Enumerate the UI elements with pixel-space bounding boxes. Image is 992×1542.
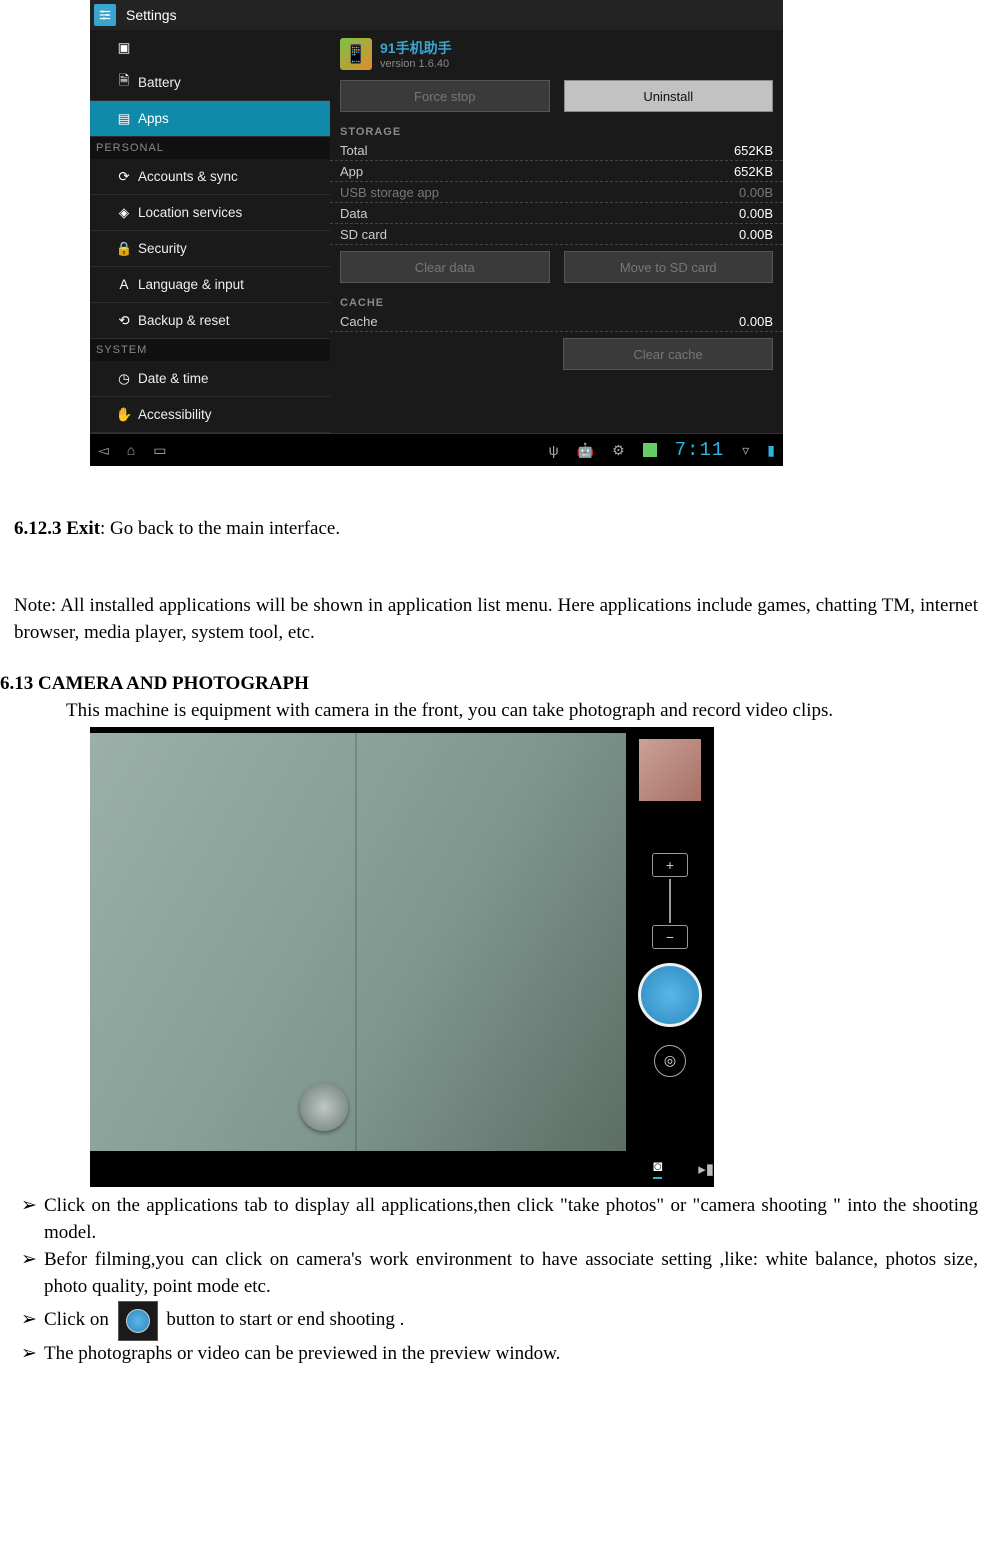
bullet-marker: ➢ (14, 1193, 44, 1220)
sidebar-item-accounts-sync[interactable]: ⟳Accounts & sync (90, 159, 330, 195)
settings-sidebar: ▣ 🗎Battery ▤Apps PERSONAL ⟳Accounts & sy… (90, 30, 330, 433)
clock: 7:11 (675, 439, 725, 461)
settings-titlebar: Settings (90, 0, 783, 30)
lock-icon: 🔒 (110, 241, 138, 257)
sidebar-item-apps[interactable]: ▤Apps (90, 101, 330, 137)
storage-app-row: App652KB (330, 161, 783, 182)
clock-icon: ◷ (110, 371, 138, 387)
sidebar-item-date-time[interactable]: ◷Date & time (90, 361, 330, 397)
video-mode-button[interactable]: ▸▮ (698, 1160, 714, 1178)
bullet-marker: ➢ (14, 1247, 44, 1274)
sidebar-item-label: Language & input (138, 277, 244, 292)
force-stop-button[interactable]: Force stop (340, 80, 550, 112)
bullet-3: ➢ Click on button to start or end shooti… (14, 1301, 978, 1341)
system-navbar: ◅ ⌂ ▭ ψ 🤖 ⚙ 7:11 ▿ ▮ (90, 433, 783, 466)
cache-row: Cache0.00B (330, 311, 783, 332)
storage-total-row: Total652KB (330, 140, 783, 161)
reset-icon: ⟲ (110, 313, 138, 329)
app-name: 91手机助手 (380, 38, 452, 58)
android-indicator-icon: 🤖 (577, 442, 594, 459)
camera-settings-button[interactable]: ◎ (654, 1045, 686, 1077)
cache-section-title: CACHE (330, 293, 783, 311)
section-6-13-intro: This machine is equipment with camera in… (14, 698, 978, 725)
zoom-track[interactable] (669, 879, 671, 923)
app-detail-pane: 📱 91手机助手 version 1.6.40 Force stop Unins… (330, 30, 783, 433)
tray-green-icon (643, 443, 657, 457)
storage-icon: ▣ (110, 40, 138, 56)
settings-icon (94, 4, 116, 26)
sidebar-item-storage[interactable]: ▣ (90, 30, 330, 65)
sidebar-item-label: Apps (138, 111, 169, 126)
bullet-marker: ➢ (14, 1307, 44, 1334)
scene-object (300, 1083, 348, 1131)
section-6-12-3-body: : Go back to the main interface. (100, 518, 340, 539)
bullet-1: ➢ Click on the applications tab to displ… (14, 1193, 978, 1247)
nav-recent-icon[interactable]: ▭ (153, 442, 166, 459)
section-6-12-3-head: 6.12.3 Exit (14, 518, 100, 539)
wifi-icon: ▿ (742, 442, 749, 459)
sidebar-item-label: Battery (138, 75, 181, 90)
inline-shutter-icon (118, 1301, 158, 1341)
clear-data-button[interactable]: Clear data (340, 251, 550, 283)
sidebar-item-label: Date & time (138, 371, 209, 386)
section-6-13-head: 6.13 CAMERA AND PHOTOGRAPH (0, 671, 978, 698)
bullet-text: Befor filming,you can click on camera's … (44, 1247, 978, 1301)
sidebar-item-label: Backup & reset (138, 313, 230, 328)
zoom-in-button[interactable]: + (652, 853, 688, 877)
shutter-button[interactable] (638, 963, 702, 1027)
sidebar-item-label: Accounts & sync (138, 169, 238, 184)
sidebar-item-security[interactable]: 🔒Security (90, 231, 330, 267)
storage-section-title: STORAGE (330, 122, 783, 140)
sidebar-item-label: Location services (138, 205, 242, 220)
app-version: version 1.6.40 (380, 58, 452, 70)
bullet-text: The photographs or video can be previewe… (44, 1341, 978, 1368)
zoom-control[interactable]: + − (652, 851, 688, 951)
sidebar-cat-system: SYSTEM (90, 339, 330, 361)
preview-thumbnail[interactable] (639, 739, 701, 801)
apps-icon: ▤ (110, 111, 138, 127)
sidebar-item-label: Security (138, 241, 187, 256)
camera-mode-bar: ◙ ▸▮ (90, 1151, 714, 1187)
storage-usb-row: USB storage app0.00B (330, 182, 783, 203)
sidebar-item-language[interactable]: ALanguage & input (90, 267, 330, 303)
uninstall-button[interactable]: Uninstall (564, 80, 774, 112)
settings-screenshot: Settings ▣ 🗎Battery ▤Apps PERSONAL ⟳Acco… (90, 0, 783, 466)
location-icon: ◈ (110, 205, 138, 221)
bullet-2: ➢ Befor filming,you can click on camera'… (14, 1247, 978, 1301)
section-6-12-3: 6.12.3 Exit: Go back to the main interfa… (14, 516, 978, 543)
camera-screenshot: + − ◎ ◙ ▸▮ (90, 727, 714, 1187)
clear-cache-button[interactable]: Clear cache (563, 338, 773, 370)
battery-icon: 🗎 (110, 71, 138, 94)
photo-mode-button[interactable]: ◙ (653, 1158, 662, 1179)
move-to-sd-button[interactable]: Move to SD card (564, 251, 774, 283)
sync-icon: ⟳ (110, 169, 138, 185)
battery-tray-icon: ▮ (767, 442, 775, 459)
zoom-out-button[interactable]: − (652, 925, 688, 949)
camera-controls: + − ◎ (626, 733, 714, 1151)
nav-back-icon[interactable]: ◅ (98, 442, 109, 459)
sidebar-cat-personal: PERSONAL (90, 137, 330, 159)
settings-title: Settings (126, 7, 177, 23)
sidebar-item-battery[interactable]: 🗎Battery (90, 65, 330, 101)
nav-home-icon[interactable]: ⌂ (127, 442, 135, 458)
bullet-marker: ➢ (14, 1341, 44, 1368)
bullet-4: ➢ The photographs or video can be previe… (14, 1341, 978, 1368)
storage-sdcard-row: SD card0.00B (330, 224, 783, 245)
language-icon: A (110, 277, 138, 292)
bullet-text: Click on the applications tab to display… (44, 1193, 978, 1247)
sidebar-item-backup-reset[interactable]: ⟲Backup & reset (90, 303, 330, 339)
storage-data-row: Data0.00B (330, 203, 783, 224)
bullet-text: Click on button to start or end shooting… (44, 1301, 978, 1341)
settings-tray-icon: ⚙ (612, 442, 625, 459)
sidebar-item-label: Accessibility (138, 407, 212, 422)
hand-icon: ✋ (110, 407, 138, 423)
camera-viewfinder[interactable] (90, 733, 626, 1151)
sidebar-item-accessibility[interactable]: ✋Accessibility (90, 397, 330, 433)
sidebar-item-location[interactable]: ◈Location services (90, 195, 330, 231)
app-icon: 📱 (340, 38, 372, 70)
note-paragraph: Note: All installed applications will be… (14, 593, 978, 647)
usb-icon: ψ (549, 442, 559, 458)
